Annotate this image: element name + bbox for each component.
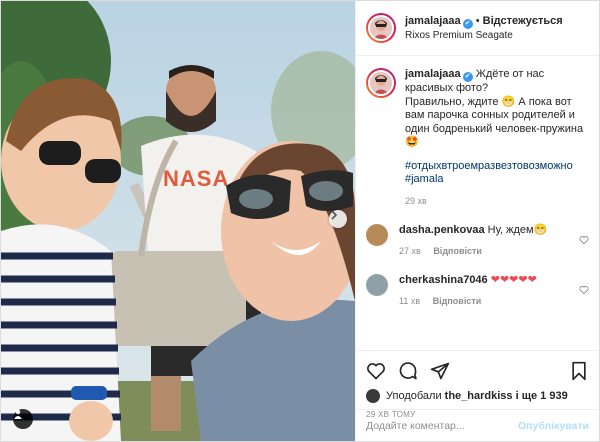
save-button[interactable] — [569, 361, 589, 381]
comment-item: dasha.penkovaa Ну, ждем😁 27 хв Відповіст… — [366, 224, 589, 258]
caption-avatar[interactable] — [366, 68, 396, 98]
comment-like-button[interactable] — [579, 282, 589, 300]
add-comment-bar: Додайте коментар... Опублікувати — [356, 409, 599, 441]
comment-input[interactable]: Додайте коментар... — [366, 420, 518, 432]
commenter-avatar[interactable] — [366, 224, 388, 246]
comment-text: ❤❤❤❤❤ — [490, 274, 537, 286]
verified-badge-icon: ✔ — [462, 72, 473, 82]
following-button[interactable]: Відстежується — [483, 15, 563, 27]
comment-text: Ну, ждем😁 — [487, 224, 548, 236]
comment-time[interactable]: 11 хв — [399, 296, 420, 306]
instagram-post: NASA jamalajaaa ✔ • Відстежується Rixos … — [0, 0, 600, 442]
likes-summary: Уподобали the_hardkiss і ще 1 939 — [366, 389, 589, 403]
comment-button[interactable] — [398, 361, 418, 381]
post-location[interactable]: Rixos Premium Seagate — [405, 29, 563, 43]
bookmark-icon — [572, 361, 586, 381]
header-separator: • — [475, 14, 480, 27]
caption-text-2: Правильно, ждите 😁 А пока вот вам парочк… — [405, 95, 584, 149]
chevron-right-icon — [331, 210, 338, 220]
share-icon — [430, 362, 450, 380]
heart-outline-icon — [579, 286, 589, 295]
verified-badge-icon: ✔ — [462, 18, 473, 29]
caption: jamalajaaa ✔ Ждёте от нас красивых фото? … — [366, 68, 589, 208]
comment-like-button[interactable] — [579, 232, 589, 250]
heart-outline-icon — [579, 236, 589, 245]
hashtag-link[interactable]: #jamala — [405, 173, 589, 187]
caption-username[interactable]: jamalajaaa — [405, 68, 461, 80]
avatar-image — [370, 72, 392, 94]
likes-count[interactable]: і ще 1 939 — [516, 390, 568, 402]
commenter-avatar[interactable] — [366, 274, 388, 296]
caption-time[interactable]: 29 хв — [405, 196, 427, 206]
user-icon — [14, 409, 22, 419]
comment-time[interactable]: 27 хв — [399, 246, 421, 256]
comment-item: cherkashina7046 ❤❤❤❤❤ 11 хв Відповісти — [366, 274, 589, 308]
commenter-username[interactable]: cherkashina7046 — [399, 274, 488, 286]
post-header: jamalajaaa ✔ • Відстежується Rixos Premiu… — [356, 1, 599, 56]
post-photo[interactable]: NASA — [1, 1, 355, 441]
post-side-panel: jamalajaaa ✔ • Відстежується Rixos Premiu… — [355, 1, 599, 441]
reply-button[interactable]: Відповісти — [433, 296, 482, 306]
author-username[interactable]: jamalajaaa — [405, 15, 461, 27]
tagged-users-button[interactable] — [13, 409, 33, 429]
comment-icon — [399, 362, 417, 380]
avatar-image — [370, 17, 392, 39]
shirt-text: NASA — [163, 166, 229, 191]
comments-section: jamalajaaa ✔ Ждёте от нас красивых фото? … — [356, 56, 599, 350]
reply-button[interactable]: Відповісти — [433, 246, 482, 256]
next-photo-button[interactable] — [329, 210, 347, 228]
heart-icon — [367, 363, 385, 380]
commenter-username[interactable]: dasha.penkovaa — [399, 224, 485, 236]
liker-avatar[interactable] — [366, 389, 380, 403]
liked-by-user[interactable]: the_hardkiss — [445, 390, 513, 402]
share-button[interactable] — [430, 361, 450, 381]
photo-illustration: NASA — [1, 1, 355, 441]
publish-button[interactable]: Опублікувати — [518, 420, 589, 432]
liked-by-prefix: Уподобали — [386, 390, 442, 402]
hashtag-link[interactable]: #отдыхвтроемразвезтовозможно — [405, 160, 589, 174]
author-avatar[interactable] — [366, 13, 396, 43]
like-button[interactable] — [366, 361, 386, 381]
